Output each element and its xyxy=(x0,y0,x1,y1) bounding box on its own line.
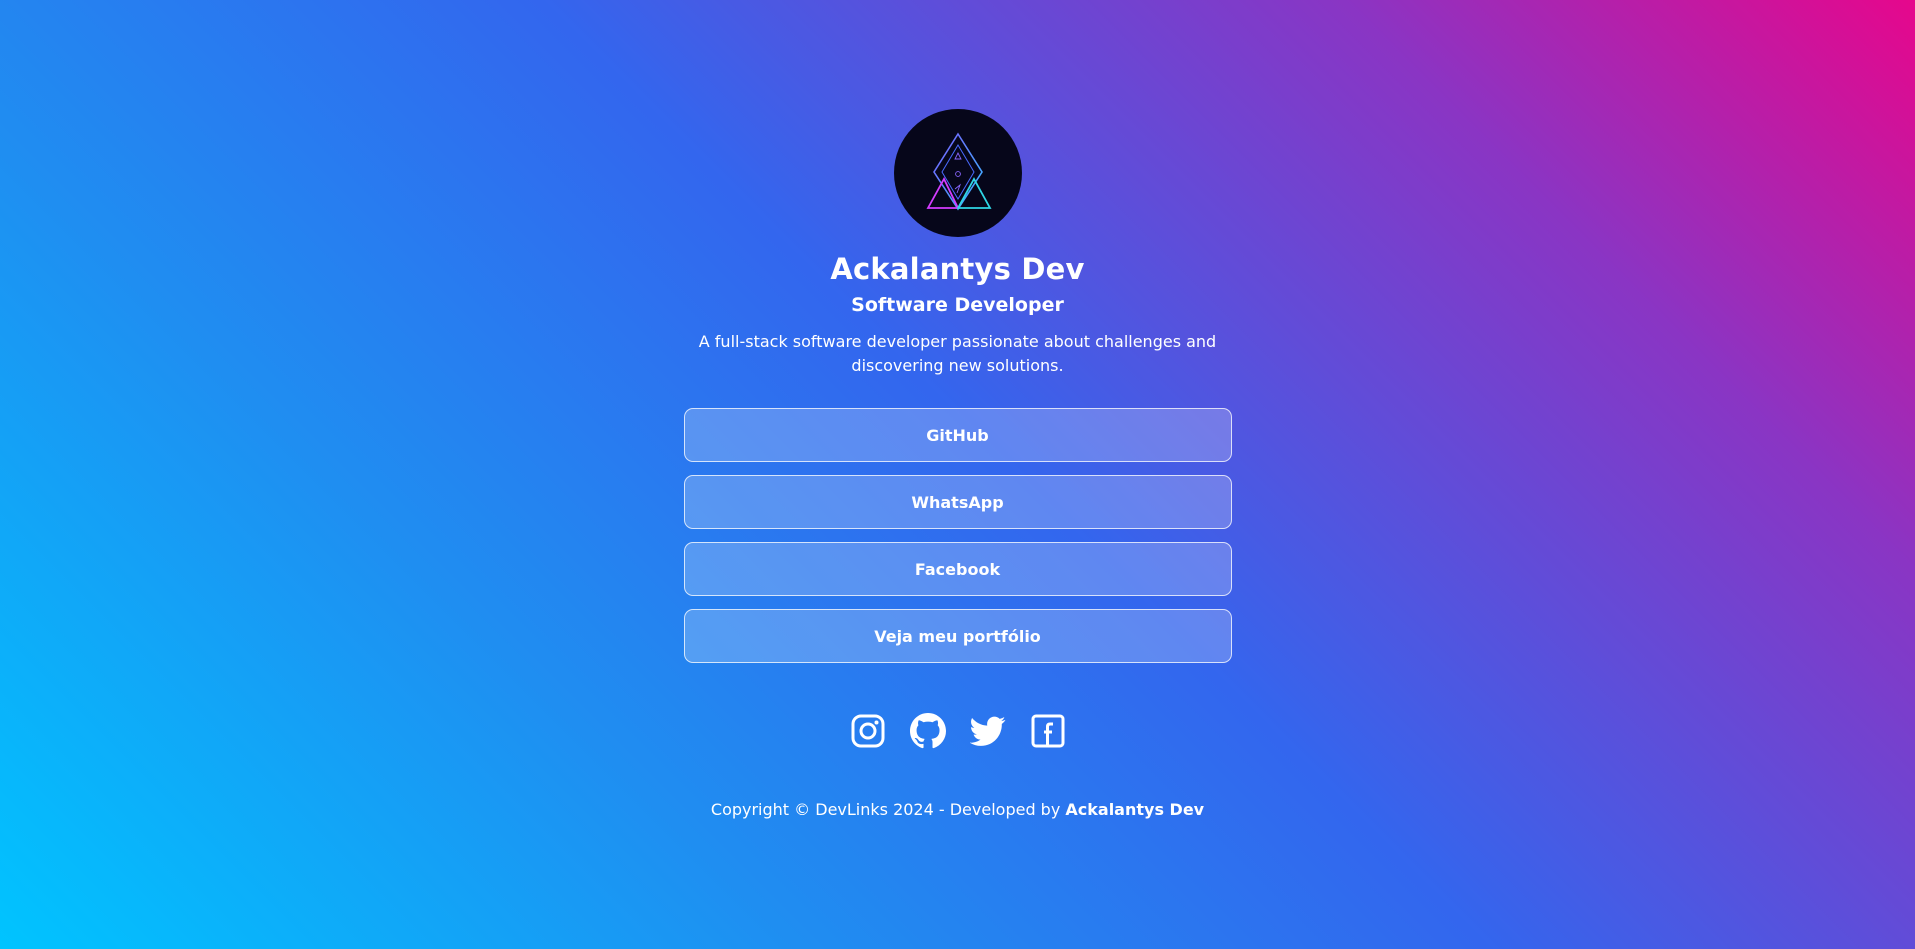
footer: Copyright © DevLinks 2024 - Developed by… xyxy=(711,799,1204,821)
profile-role: Software Developer xyxy=(851,294,1064,316)
facebook-icon[interactable] xyxy=(1030,713,1066,749)
twitter-icon[interactable] xyxy=(969,713,1006,749)
triangle-crest-logo-icon xyxy=(925,132,992,211)
portfolio-link-button[interactable]: Veja meu portfólio xyxy=(683,609,1232,663)
avatar xyxy=(893,109,1022,237)
links-list: GitHub WhatsApp Facebook Veja meu portfó… xyxy=(683,408,1232,663)
social-icons xyxy=(850,713,1066,749)
profile-bio: A full-stack software developer passiona… xyxy=(698,332,1217,375)
github-link-button[interactable]: GitHub xyxy=(683,408,1232,462)
footer-author: Ackalantys Dev xyxy=(1065,800,1205,819)
whatsapp-link-button[interactable]: WhatsApp xyxy=(683,475,1232,529)
profile-name: Ackalantys Dev xyxy=(830,252,1085,286)
page-container: Ackalantys Dev Software Developer A full… xyxy=(0,0,1915,821)
instagram-icon[interactable] xyxy=(850,713,886,749)
facebook-link-button[interactable]: Facebook xyxy=(683,542,1232,596)
footer-copyright: Copyright © DevLinks 2024 - Developed by xyxy=(710,800,1066,819)
github-icon[interactable] xyxy=(909,713,946,749)
